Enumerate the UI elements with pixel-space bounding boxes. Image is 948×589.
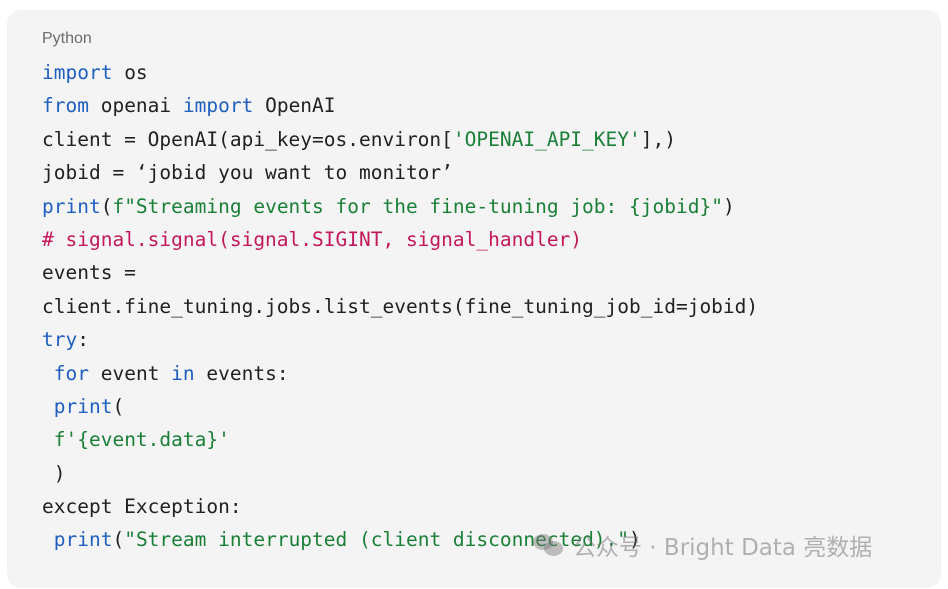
code-line: from openai import OpenAI <box>42 89 758 122</box>
code-line: jobid = ‘jobid you want to monitor’ <box>42 156 758 189</box>
code-token: import <box>42 61 113 84</box>
code-line: client.fine_tuning.jobs.list_events(fine… <box>42 290 758 323</box>
code-token: ],) <box>640 127 676 151</box>
code-line: ) <box>42 457 758 490</box>
code-block: Python import os from openai import OpenA… <box>7 10 941 588</box>
code-token: 'OPENAI_API_KEY' <box>452 127 641 151</box>
code-token: ) <box>42 461 66 485</box>
code-token: event <box>88 361 172 385</box>
code-token: jobid = ‘jobid you want to monitor’ <box>42 161 453 185</box>
code-token: try <box>42 328 78 352</box>
code-token: ( <box>112 394 125 418</box>
code-token: f"Streaming events for the fine-tuning j… <box>112 194 723 218</box>
code-token: ( <box>112 528 125 552</box>
code-token: ( <box>100 194 113 218</box>
code-content[interactable]: import os from openai import OpenAI client… <box>42 56 758 557</box>
code-token: : <box>77 328 89 352</box>
code-token: ) <box>722 194 735 218</box>
code-token: print <box>42 194 101 218</box>
code-line: events = <box>42 256 758 289</box>
code-token: OpenAI <box>253 94 336 118</box>
code-line: print( <box>42 390 758 423</box>
code-token: f'{event.data}' <box>53 428 230 452</box>
language-label: Python <box>42 30 92 47</box>
code-token: events: <box>194 361 289 385</box>
code-line: for event in events: <box>42 357 758 390</box>
code-token: client.fine_tuning.jobs.list_events(fine… <box>42 294 759 318</box>
code-token: in <box>171 361 195 385</box>
code-line: try: <box>42 323 758 356</box>
watermark-text: 公众号 · Bright Data 亮数据 <box>573 535 873 561</box>
code-token: except Exception: <box>42 495 242 519</box>
code-line: print(f"Streaming events for the fine-tu… <box>42 190 758 223</box>
code-token: print <box>53 528 113 552</box>
code-line: except Exception: <box>42 490 758 523</box>
code-token: # signal.signal(signal.SIGINT, signal_ha… <box>42 227 583 251</box>
code-line: import os <box>42 56 758 89</box>
code-token: events = <box>42 261 136 285</box>
code-line: # signal.signal(signal.SIGINT, signal_ha… <box>42 223 758 256</box>
code-token: for <box>53 361 89 385</box>
code-token: print <box>53 394 113 418</box>
code-token: from <box>42 94 89 118</box>
code-line: f'{event.data}' <box>42 423 758 456</box>
watermark: 公众号 · Bright Data 亮数据 <box>533 528 872 562</box>
code-token: import <box>182 94 254 118</box>
code-line: client = OpenAI(api_key=os.environ['OPEN… <box>42 123 758 156</box>
code-token: os <box>112 61 148 84</box>
code-token: openai <box>88 94 183 118</box>
code-token: client = OpenAI(api_key=os.environ[ <box>42 127 453 151</box>
wechat-icon <box>533 532 565 558</box>
